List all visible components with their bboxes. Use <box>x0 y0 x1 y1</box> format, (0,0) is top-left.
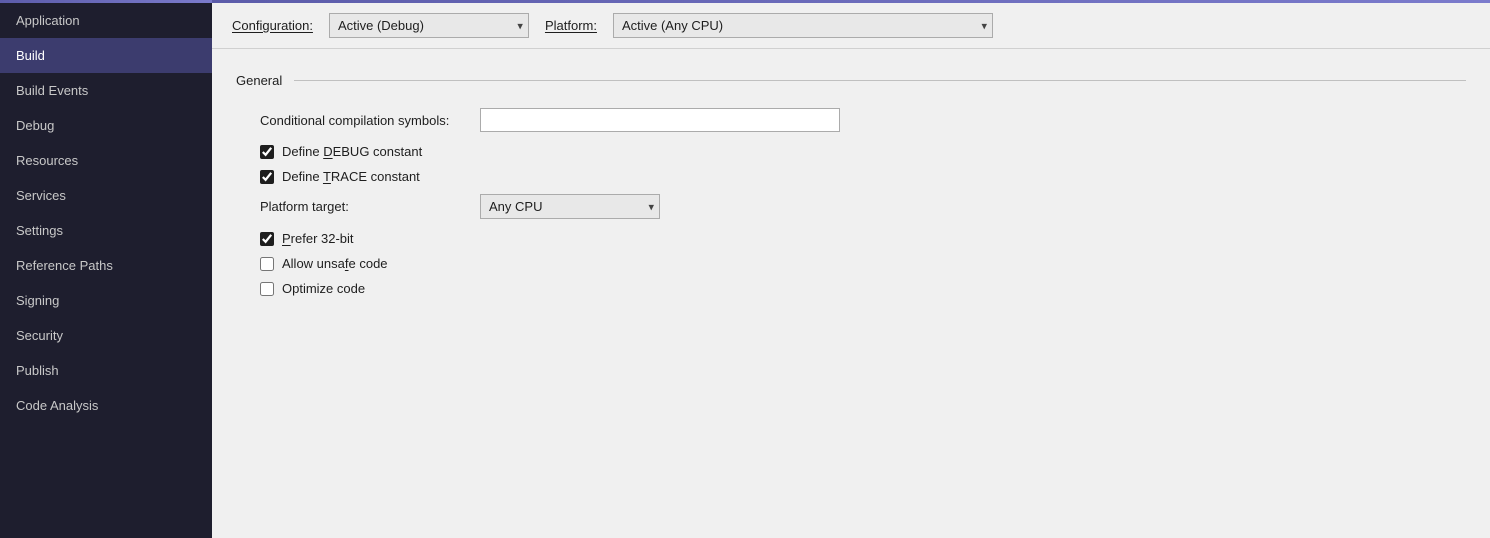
sidebar-item-settings[interactable]: Settings <box>0 213 212 248</box>
define-trace-row: Define TRACE constant <box>236 169 1466 184</box>
platform-target-select-wrapper: Any CPU x86 x64 ARM ▾ <box>480 194 660 219</box>
sidebar-item-build[interactable]: Build <box>0 38 212 73</box>
platform-target-row: Platform target: Any CPU x86 x64 ARM ▾ <box>236 194 1466 219</box>
define-debug-checkbox[interactable] <box>260 145 274 159</box>
sidebar-item-publish[interactable]: Publish <box>0 353 212 388</box>
optimize-code-row: Optimize code <box>236 281 1466 296</box>
prefer-32bit-row: Prefer 32-bit <box>236 231 1466 246</box>
sidebar-item-application[interactable]: Application <box>0 3 212 38</box>
build-settings-content: General Conditional compilation symbols:… <box>212 49 1490 538</box>
sidebar-item-services[interactable]: Services <box>0 178 212 213</box>
sidebar-item-security[interactable]: Security <box>0 318 212 353</box>
define-debug-label: Define DEBUG constant <box>282 144 422 159</box>
general-section-line <box>294 80 1466 81</box>
allow-unsafe-label: Allow unsafe code <box>282 256 388 271</box>
sidebar-item-debug[interactable]: Debug <box>0 108 212 143</box>
configuration-select[interactable]: Active (Debug) Debug Release <box>329 13 529 38</box>
prefer-32bit-checkbox[interactable] <box>260 232 274 246</box>
general-section-title: General <box>236 73 282 88</box>
sidebar-item-resources[interactable]: Resources <box>0 143 212 178</box>
platform-target-label: Platform target: <box>260 199 480 214</box>
configuration-select-wrapper: Active (Debug) Debug Release ▾ <box>329 13 529 38</box>
prefer-32bit-label: Prefer 32-bit <box>282 231 354 246</box>
sidebar: Application Build Build Events Debug Res… <box>0 0 212 538</box>
optimize-code-checkbox[interactable] <box>260 282 274 296</box>
allow-unsafe-row: Allow unsafe code <box>236 256 1466 271</box>
conditional-symbols-row: Conditional compilation symbols: <box>236 108 1466 132</box>
define-trace-label: Define TRACE constant <box>282 169 420 184</box>
define-debug-row: Define DEBUG constant <box>236 144 1466 159</box>
conditional-symbols-input[interactable] <box>480 108 840 132</box>
platform-select-wrapper: Active (Any CPU) Any CPU x86 x64 ▾ <box>613 13 993 38</box>
platform-target-select[interactable]: Any CPU x86 x64 ARM <box>480 194 660 219</box>
main-panel: Configuration: Active (Debug) Debug Rele… <box>212 0 1490 538</box>
conditional-symbols-label: Conditional compilation symbols: <box>260 113 480 128</box>
define-trace-checkbox[interactable] <box>260 170 274 184</box>
configuration-label: Configuration: <box>232 18 313 33</box>
sidebar-item-build-events[interactable]: Build Events <box>0 73 212 108</box>
platform-label: Platform: <box>545 18 597 33</box>
config-bar: Configuration: Active (Debug) Debug Rele… <box>212 3 1490 49</box>
sidebar-item-signing[interactable]: Signing <box>0 283 212 318</box>
platform-select[interactable]: Active (Any CPU) Any CPU x86 x64 <box>613 13 993 38</box>
optimize-code-label: Optimize code <box>282 281 365 296</box>
sidebar-item-reference-paths[interactable]: Reference Paths <box>0 248 212 283</box>
sidebar-item-code-analysis[interactable]: Code Analysis <box>0 388 212 423</box>
allow-unsafe-checkbox[interactable] <box>260 257 274 271</box>
general-section-header: General <box>236 73 1466 88</box>
